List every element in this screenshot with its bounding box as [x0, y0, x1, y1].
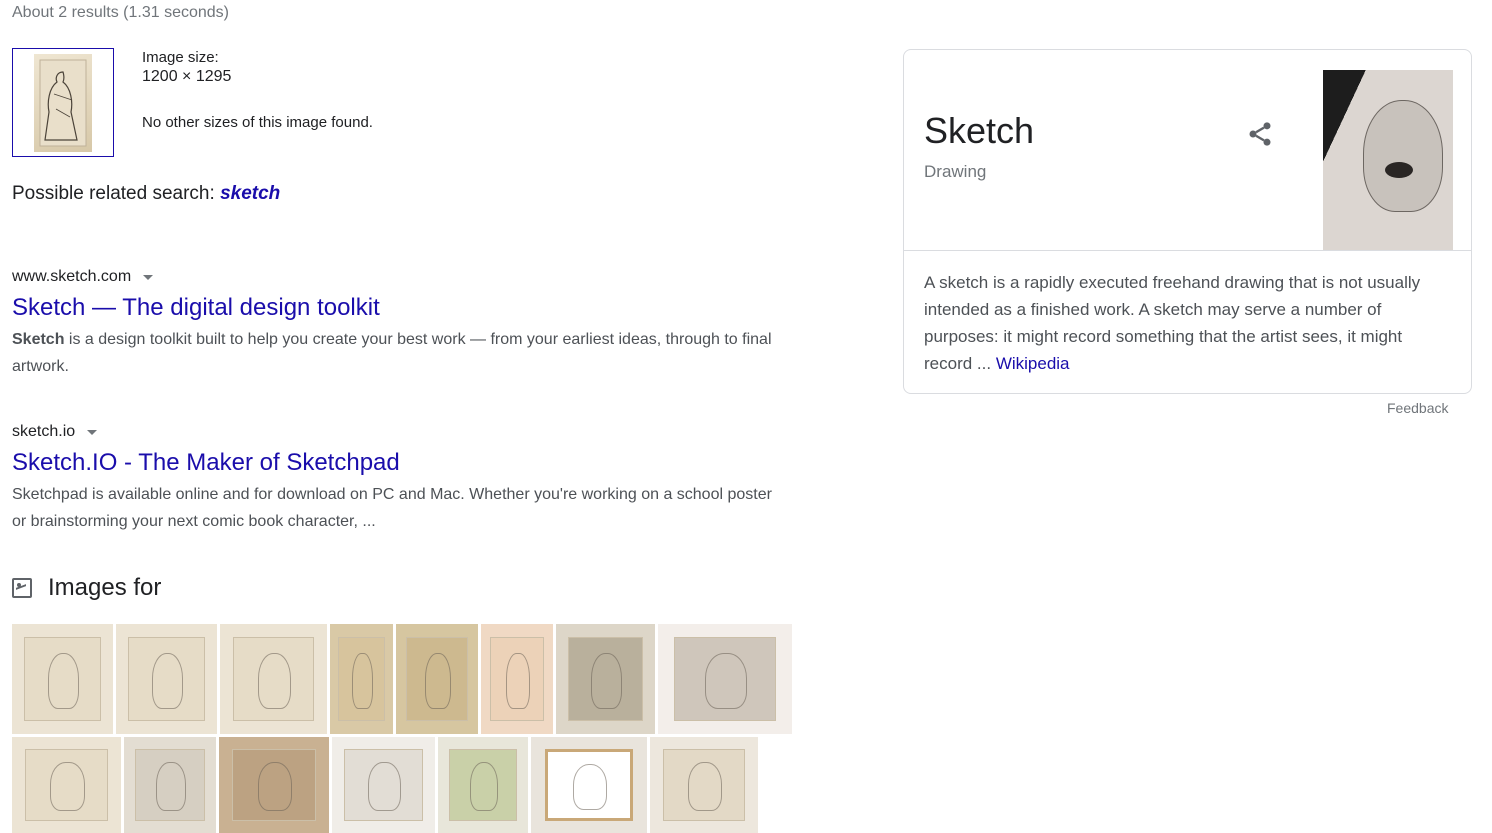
- feedback-link[interactable]: Feedback: [1387, 400, 1448, 416]
- image-result-tile[interactable]: [12, 737, 121, 833]
- image-info: Image size: 1200 × 1295 No other sizes o…: [142, 48, 373, 132]
- knowledge-panel-description: A sketch is a rapidly executed freehand …: [924, 269, 1449, 377]
- divider: [904, 250, 1471, 251]
- result-snippet-text: is a design toolkit built to help you cr…: [12, 331, 772, 375]
- result-snippet: Sketch is a design toolkit built to help…: [12, 326, 772, 380]
- image-result-tile[interactable]: [220, 624, 327, 734]
- result-title-link[interactable]: Sketch.IO - The Maker of Sketchpad: [12, 449, 772, 477]
- result-snippet: Sketchpad is available online and for do…: [12, 486, 772, 530]
- chevron-down-icon[interactable]: [87, 429, 98, 435]
- image-result-tile[interactable]: [650, 737, 758, 833]
- image-grid-row: [12, 624, 792, 734]
- knowledge-panel-title: Sketch: [924, 110, 1035, 151]
- image-result-tile[interactable]: [116, 624, 217, 734]
- image-result-tile[interactable]: [531, 737, 647, 833]
- search-result: www.sketch.com Sketch — The digital desi…: [12, 268, 772, 380]
- wikipedia-link[interactable]: Wikipedia: [996, 354, 1070, 373]
- query-image-thumbnail[interactable]: [12, 48, 114, 157]
- search-result: sketch.io Sketch.IO - The Maker of Sketc…: [12, 423, 772, 535]
- result-url-text: sketch.io: [12, 423, 76, 440]
- image-result-tile[interactable]: [658, 624, 792, 734]
- image-result-tile[interactable]: [332, 737, 435, 833]
- image-result-tile[interactable]: [330, 624, 393, 734]
- knowledge-panel-image[interactable]: [1323, 70, 1453, 250]
- related-search: Possible related search: sketch: [12, 183, 280, 205]
- image-size-value: 1200 × 1295: [142, 68, 232, 85]
- related-search-prefix: Possible related search:: [12, 183, 221, 204]
- image-icon: [12, 578, 32, 598]
- images-section-header[interactable]: Images for: [12, 574, 161, 602]
- knowledge-panel: Sketch Drawing A sketch is a rapidly exe…: [903, 49, 1472, 394]
- image-size-label: Image size:: [142, 49, 219, 66]
- share-icon[interactable]: [1246, 120, 1274, 148]
- image-result-tile[interactable]: [556, 624, 655, 734]
- result-url-text: www.sketch.com: [12, 268, 132, 285]
- related-search-link[interactable]: sketch: [220, 183, 280, 204]
- image-result-tile[interactable]: [481, 624, 553, 734]
- result-stats: About 2 results (1.31 seconds): [12, 4, 230, 21]
- knowledge-panel-subtitle: Drawing: [924, 162, 987, 181]
- image-result-tile[interactable]: [124, 737, 216, 833]
- result-snippet-bold: Sketch: [12, 331, 65, 348]
- result-url: www.sketch.com: [12, 268, 772, 286]
- result-url: sketch.io: [12, 423, 772, 441]
- image-result-tile[interactable]: [219, 737, 329, 833]
- no-other-sizes-text: No other sizes of this image found.: [142, 114, 373, 131]
- result-title-link[interactable]: Sketch — The digital design toolkit: [12, 294, 772, 322]
- image-grid-row: [12, 737, 758, 833]
- image-result-tile[interactable]: [12, 624, 113, 734]
- image-result-tile[interactable]: [396, 624, 478, 734]
- chevron-down-icon[interactable]: [143, 274, 154, 280]
- query-image: [34, 53, 92, 152]
- images-heading: Images for: [48, 574, 162, 601]
- image-result-tile[interactable]: [438, 737, 528, 833]
